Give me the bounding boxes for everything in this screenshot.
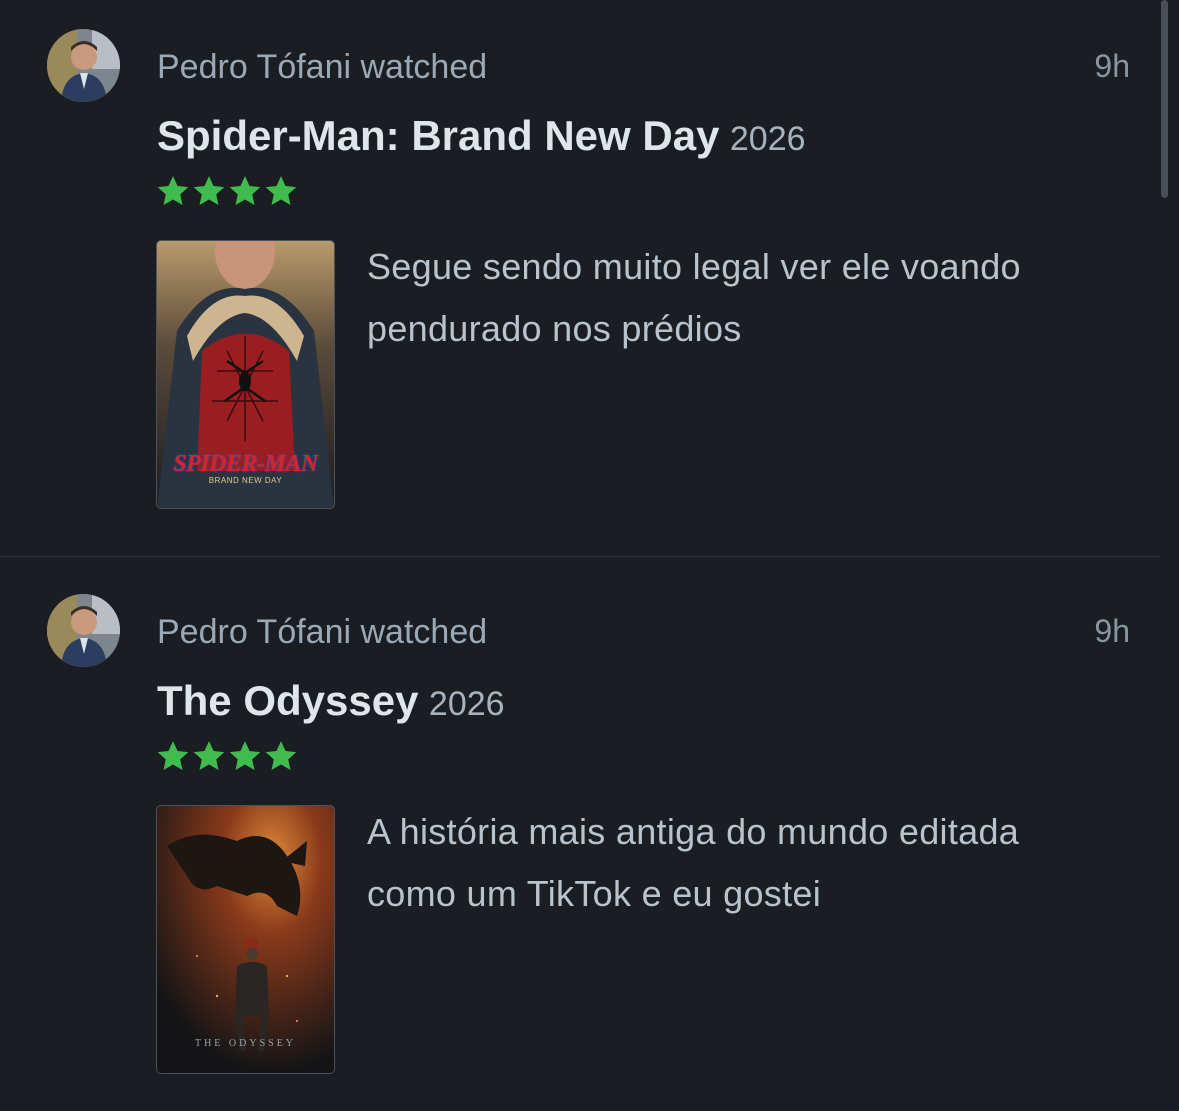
film-heading[interactable]: Spider-Man: Brand New Day 2026 xyxy=(157,112,806,160)
entry-divider xyxy=(0,556,1160,557)
activity-text: Pedro Tófani watched xyxy=(157,613,488,651)
activity-time: 9h xyxy=(1094,613,1130,649)
activity-entry[interactable]: Pedro Tófani watched 9h The Odyssey 2026 xyxy=(0,565,1160,1110)
user-avatar[interactable] xyxy=(47,29,120,102)
film-poster[interactable]: THE ODYSSEY xyxy=(156,805,335,1074)
activity-time: 9h xyxy=(1094,48,1130,84)
review-text[interactable]: A história mais antiga do mundo editada … xyxy=(367,801,1067,925)
film-title[interactable]: Spider-Man: Brand New Day xyxy=(157,112,719,159)
star-icon xyxy=(265,176,297,206)
star-icon xyxy=(229,741,261,771)
star-icon xyxy=(229,176,261,206)
film-heading[interactable]: The Odyssey 2026 xyxy=(157,677,505,725)
activity-entry[interactable]: Pedro Tófani watched 9h Spider-Man: Bran… xyxy=(0,0,1160,545)
poster-title: SPIDER-MAN xyxy=(173,451,318,477)
film-year[interactable]: 2026 xyxy=(429,685,505,723)
review-text[interactable]: Segue sendo muito legal ver ele voando p… xyxy=(367,236,1067,360)
star-icon xyxy=(193,741,225,771)
star-icon xyxy=(265,741,297,771)
star-icon xyxy=(157,741,189,771)
star-icon xyxy=(193,176,225,206)
user-avatar[interactable] xyxy=(47,594,120,667)
scrollbar[interactable] xyxy=(1161,0,1168,198)
poster-title: THE ODYSSEY xyxy=(194,1038,297,1049)
rating-stars xyxy=(156,174,298,214)
activity-feed: Pedro Tófani watched 9h Spider-Man: Bran… xyxy=(0,0,1179,1111)
film-year[interactable]: 2026 xyxy=(730,120,806,158)
star-icon xyxy=(157,176,189,206)
rating-stars xyxy=(156,739,298,779)
activity-text: Pedro Tófani watched xyxy=(157,48,488,86)
film-title[interactable]: The Odyssey xyxy=(157,677,418,724)
film-poster[interactable]: SPIDER-MAN BRAND NEW DAY xyxy=(156,240,335,509)
